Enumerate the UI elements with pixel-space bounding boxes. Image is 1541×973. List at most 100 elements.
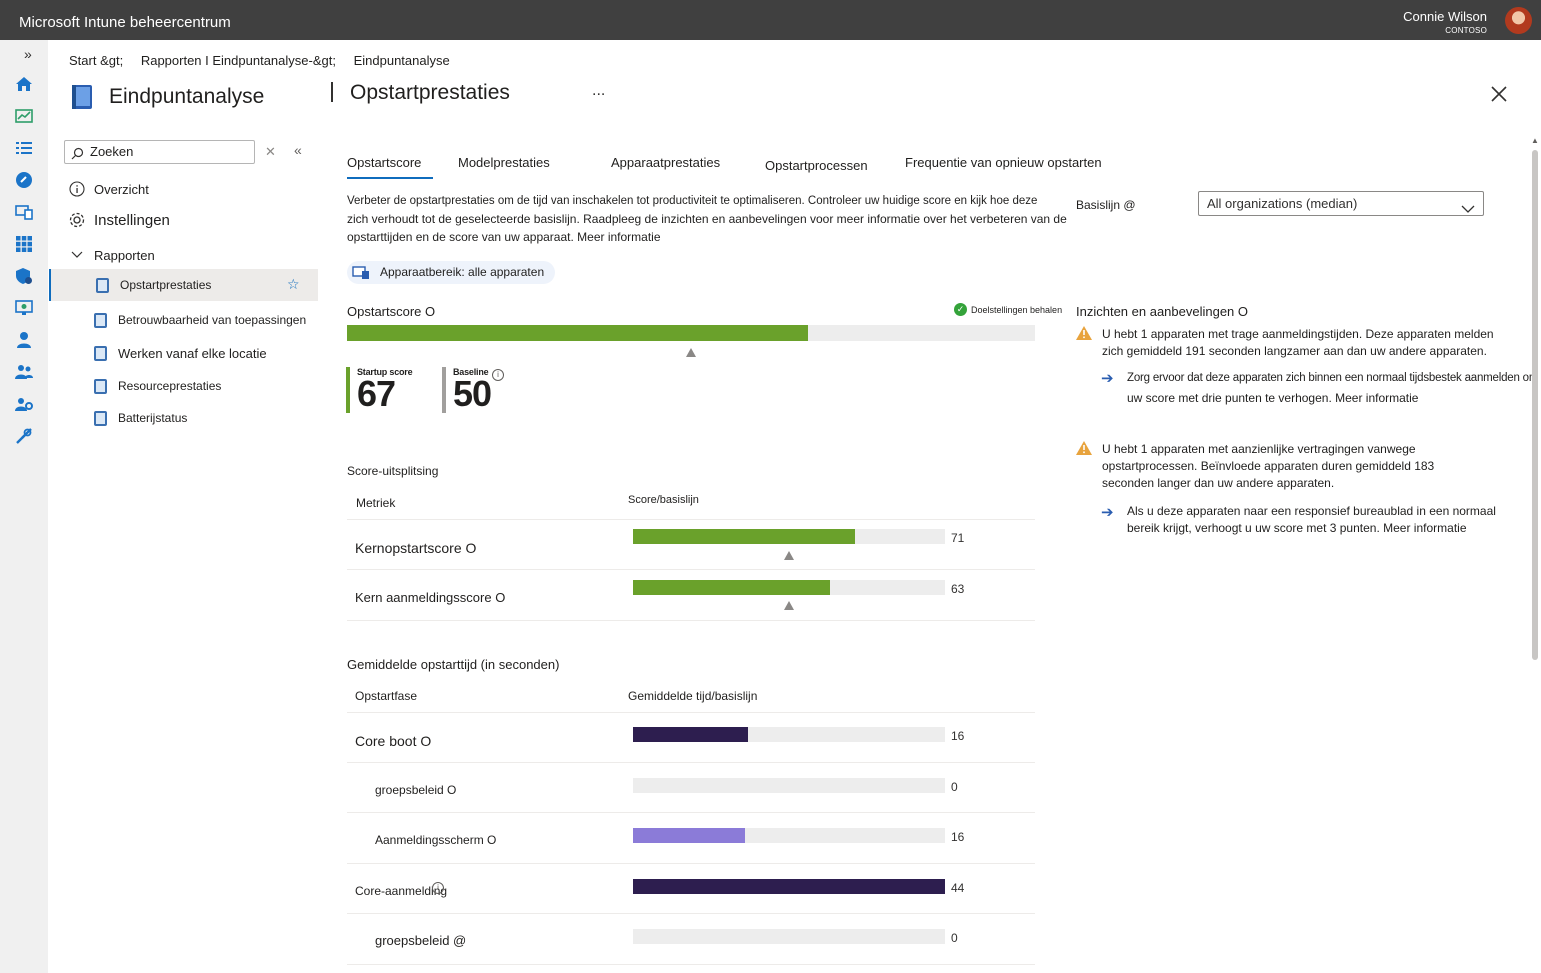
row-divider bbox=[347, 863, 1035, 864]
scrollbar-thumb[interactable] bbox=[1532, 150, 1538, 660]
device-scope-pill[interactable]: Apparaatbereik: alle apparaten bbox=[347, 261, 555, 284]
left-rail: » bbox=[0, 40, 48, 973]
security-icon[interactable] bbox=[14, 266, 34, 286]
baseline-kpi-value: 50 bbox=[453, 373, 492, 414]
expand-rail-icon[interactable]: » bbox=[24, 46, 32, 62]
groups-icon[interactable] bbox=[14, 362, 34, 382]
recommendation-text: Zorg ervoor dat deze apparaten zich binn… bbox=[1127, 368, 1538, 408]
breadcrumb-item[interactable]: Rapporten I Eindpuntanalyse-&gt; bbox=[141, 53, 336, 68]
baseline-marker bbox=[784, 551, 794, 560]
user-icon[interactable] bbox=[14, 330, 34, 350]
phase-group-policy: groepsbeleid O bbox=[375, 783, 457, 797]
col-score-baseline: Score/basislijn bbox=[628, 494, 699, 506]
nav-sub-label: Batterijstatus bbox=[118, 411, 188, 425]
row-divider bbox=[347, 812, 1035, 813]
phase-bar-fill bbox=[633, 879, 945, 894]
nav-overview[interactable]: Overzicht bbox=[68, 180, 149, 198]
user-org: CONTOSO bbox=[1445, 26, 1487, 35]
phase-bar bbox=[633, 929, 945, 944]
home-icon[interactable] bbox=[14, 74, 34, 94]
troubleshoot-icon[interactable] bbox=[14, 426, 34, 446]
page-title: Opstartprestaties bbox=[350, 81, 510, 104]
intro-line: Verbeter de opstartprestaties om de tijd… bbox=[347, 195, 1038, 207]
close-icon[interactable] bbox=[1489, 84, 1509, 104]
phase-value: 0 bbox=[951, 931, 958, 945]
phase-value: 44 bbox=[951, 881, 965, 895]
more-options-button[interactable]: ... bbox=[592, 82, 605, 100]
nav-item-resource-performance[interactable]: Resourceprestaties bbox=[49, 370, 318, 402]
report-icon bbox=[94, 411, 107, 426]
breadcrumb-item[interactable]: Start &gt; bbox=[69, 53, 123, 68]
metric-value: 63 bbox=[951, 582, 965, 596]
recommendation-line[interactable]: bereik krijgt, verhoogt u uw score met 3… bbox=[1127, 520, 1496, 537]
nav-item-app-reliability[interactable]: Betrouwbaarheid van toepassingen bbox=[49, 304, 318, 336]
metric-bar bbox=[633, 529, 945, 544]
breakdown-title: Score-uitsplitsing bbox=[347, 464, 439, 478]
startup-score-kpi-value: 67 bbox=[357, 373, 396, 414]
nav-item-battery-health[interactable]: Batterijstatus bbox=[49, 402, 318, 434]
device-scope-label: Apparaatbereik: alle apparaten bbox=[380, 265, 545, 279]
monitor-icon[interactable] bbox=[14, 298, 34, 318]
col-time-baseline: Gemiddelde tijd/basislijn bbox=[628, 689, 758, 703]
nav-settings-label: Instellingen bbox=[94, 211, 170, 229]
metric-core-signin-score: Kern aanmeldingsscore O bbox=[355, 590, 506, 605]
phase-core-boot: Core boot O bbox=[355, 733, 432, 749]
nav-sub-label: Resourceprestaties bbox=[118, 379, 222, 393]
report-icon bbox=[94, 313, 107, 328]
phase-bar bbox=[633, 879, 945, 894]
nav-reports[interactable]: Rapporten bbox=[68, 246, 155, 264]
phase-group-policy-2: groepsbeleid @ bbox=[375, 933, 467, 948]
user-name[interactable]: Connie Wilson bbox=[1403, 9, 1487, 24]
arrow-right-icon: ➔ bbox=[1101, 504, 1114, 521]
intro-line: zich verhoudt tot de geselecteerde basis… bbox=[347, 212, 1067, 226]
nav-item-startup-performance[interactable]: Opstartprestaties ☆ bbox=[49, 269, 318, 301]
phase-logon-screen: Aanmeldingsscherm O bbox=[375, 833, 497, 847]
breadcrumb: Start &gt; Rapporten I Eindpuntanalyse-&… bbox=[69, 53, 464, 68]
top-bar: Microsoft Intune beheercentrum Connie Wi… bbox=[0, 0, 1541, 40]
avatar[interactable] bbox=[1505, 7, 1532, 34]
metric-value: 71 bbox=[951, 531, 965, 545]
scroll-up-icon[interactable]: ▲ bbox=[1531, 136, 1539, 145]
startup-score-label: Opstartscore O bbox=[347, 304, 436, 319]
info-icon bbox=[68, 180, 86, 198]
tab-startup-score[interactable]: Opstartscore bbox=[347, 155, 421, 170]
chevron-down-icon bbox=[1461, 198, 1475, 221]
intro-line: opstarttijden en de score van uw apparaa… bbox=[347, 230, 661, 244]
insight-text: U hebt 1 apparaten met aanzienlijke vert… bbox=[1102, 441, 1434, 492]
dashboard-icon[interactable] bbox=[14, 106, 34, 126]
phase-bar bbox=[633, 828, 945, 843]
phase-bar-fill bbox=[633, 828, 746, 843]
baseline-info-icon[interactable]: i bbox=[492, 369, 504, 381]
tenant-admin-icon[interactable] bbox=[14, 394, 34, 414]
recommendation-line[interactable]: uw score met drie punten te verhogen. Me… bbox=[1127, 388, 1538, 408]
tab-restart-frequency[interactable]: Frequentie van opnieuw opstarten bbox=[905, 155, 1102, 170]
list-icon[interactable] bbox=[14, 138, 34, 158]
breadcrumb-item[interactable]: Eindpuntanalyse bbox=[354, 53, 450, 68]
report-icon bbox=[96, 278, 109, 293]
collapse-menu-icon[interactable]: « bbox=[294, 142, 302, 158]
search-placeholder: Zoeken bbox=[90, 144, 134, 159]
tab-model-performance[interactable]: Modelprestaties bbox=[458, 155, 550, 170]
arrow-right-icon: ➔ bbox=[1101, 370, 1114, 387]
baseline-dropdown[interactable]: All organizations (median) bbox=[1198, 191, 1484, 216]
row-divider bbox=[347, 519, 1035, 520]
nav-item-work-from-anywhere[interactable]: Werken vanaf elke locatie bbox=[49, 337, 318, 369]
row-divider bbox=[347, 964, 1035, 965]
metric-bar bbox=[633, 580, 945, 595]
phase-bar bbox=[633, 727, 945, 742]
devices-icon[interactable] bbox=[14, 202, 34, 222]
brand-title[interactable]: Microsoft Intune beheercentrum bbox=[19, 14, 231, 31]
devices-circle-icon[interactable] bbox=[14, 170, 34, 190]
search-input[interactable]: Zoeken bbox=[64, 140, 255, 164]
row-divider bbox=[347, 762, 1035, 763]
tab-device-performance[interactable]: Apparaatprestaties bbox=[611, 155, 720, 170]
clear-search-icon[interactable]: ✕ bbox=[265, 144, 276, 160]
favorite-star-icon[interactable]: ☆ bbox=[287, 276, 300, 293]
insight-line: seconden langer dan uw andere apparaten. bbox=[1102, 476, 1335, 490]
row-divider bbox=[347, 620, 1035, 621]
apps-icon[interactable] bbox=[14, 234, 34, 254]
nav-settings[interactable]: Instellingen bbox=[68, 211, 170, 229]
tab-startup-processes[interactable]: Opstartprocessen bbox=[765, 158, 868, 173]
report-icon bbox=[94, 379, 107, 394]
core-signin-info-icon[interactable]: i bbox=[432, 882, 444, 894]
